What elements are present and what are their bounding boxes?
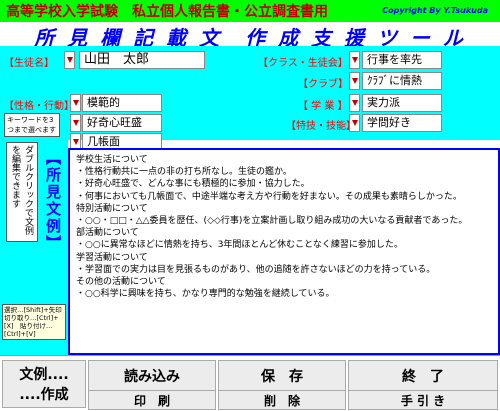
special-skill-field[interactable]: 学問好き [362, 114, 442, 132]
class-committee-dropdown-icon[interactable] [349, 51, 360, 69]
text-line: 学校生活について [76, 155, 148, 165]
personality-label: 【性格・行動】 [4, 101, 74, 112]
student-name-label: 【生徒名】 [4, 58, 54, 69]
personality-field-2[interactable]: 好奇心旺盛 [82, 114, 162, 132]
delete-button[interactable]: 削 除 [218, 390, 346, 410]
example-text-area[interactable]: 学校生活について ・性格行動共に一点の非の打ち所なし。生徒の鑑か。 ・好奇心旺盛… [68, 148, 500, 355]
club-label: 【クラブ】 [298, 79, 348, 90]
save-button[interactable]: 保 存 [218, 360, 346, 392]
study-label: 【 学 業 】 [298, 101, 348, 112]
copyright-text: Copyright By Y.Tsukuda [382, 6, 488, 15]
text-line: ・何事においても几帳面で、中途半端な考え方や行動を好まない。その成果も素晴らしか… [76, 191, 462, 202]
text-line: その他の活動について [76, 277, 166, 288]
text-line: 特別活動について [76, 203, 148, 214]
create-example-label-2: ....作成 [19, 387, 69, 403]
shortcut-hint: 選択…[Shift]+矢印 切り取り…[Ctrl]+[X] 貼り付け…[Ctrl… [2, 304, 69, 340]
guide-button[interactable]: 手 引 き [348, 390, 498, 410]
study-field[interactable]: 実力派 [362, 94, 442, 112]
student-name-field[interactable]: 山田 太郎 [79, 51, 205, 69]
class-committee-label: 【クラス・生徒会】 [258, 58, 348, 69]
load-button[interactable]: 読み込み [88, 360, 216, 392]
text-line: ・学習面での実力は目を見張るものがあり、他の追随を許さないほどの力を持っている。 [76, 264, 436, 275]
app-subtitle: 高等学校入学試験 私立個人報告書・公立調査書用 [6, 4, 328, 20]
personality-field-1[interactable]: 模範的 [82, 94, 162, 112]
class-committee-field[interactable]: 行事を率先 [362, 51, 442, 69]
special-skill-dropdown-icon[interactable] [349, 114, 360, 132]
create-example-button[interactable]: 文例.... ....作成 [2, 360, 86, 408]
print-button[interactable]: 印 刷 [88, 390, 216, 410]
text-line: 部活動について [76, 228, 139, 239]
special-skill-label: 【特技・技能】 [286, 121, 356, 132]
student-name-dropdown-icon[interactable] [64, 51, 75, 69]
text-line: 学習活動について [76, 252, 148, 263]
text-line: ・○○科学に興味を持ち、かなり専門的な勉強を継続している。 [76, 289, 335, 300]
example-title: 【所見文例】 [44, 150, 62, 252]
text-line: ・○○・□□・△△委員を歴任、(◇◇行事)を立案計画し取り組み成功の大いなる貢献… [76, 216, 468, 227]
club-field[interactable]: ｸﾗﾌﾞに情熱 [362, 72, 442, 90]
personality-dropdown-icon-2[interactable] [70, 114, 81, 132]
text-line: ・性格行動共に一点の非の打ち所なし。生徒の鑑か。 [76, 167, 292, 178]
keyword-note: キーワードを3つまで選べます [4, 113, 60, 137]
double-click-note: ダブルクリックで文例を編集できます [6, 142, 38, 242]
text-line: ・好奇心旺盛で、どんな事にも積極的に参加・協力した。 [76, 179, 310, 190]
exit-button[interactable]: 終 了 [348, 360, 498, 392]
text-line: ・○○に異常なほどに情熱を持ち、3年間ほとんど休むことなく練習に参加した。 [76, 240, 403, 251]
club-dropdown-icon[interactable] [349, 72, 360, 90]
study-dropdown-icon[interactable] [349, 94, 360, 112]
personality-dropdown-icon-1[interactable] [70, 94, 81, 112]
create-example-label-1: 文例.... [19, 367, 69, 383]
